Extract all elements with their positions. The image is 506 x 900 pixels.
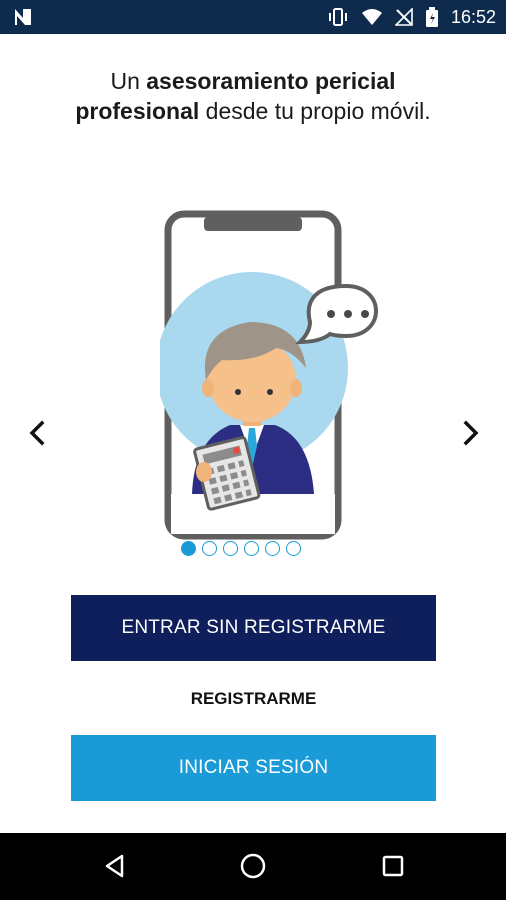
chevron-right-icon [463, 420, 479, 446]
system-nav-bar [0, 833, 506, 900]
pagination-dot[interactable] [223, 541, 238, 556]
onboarding-headline: Un asesoramiento pericial profesional de… [60, 66, 446, 126]
nav-recents-button[interactable] [378, 851, 408, 881]
status-bar: 16:52 [0, 0, 506, 34]
pagination-dot[interactable] [181, 541, 196, 556]
status-icons: 16:52 [327, 0, 496, 34]
register-button[interactable]: REGISTRARME [71, 682, 436, 716]
carousel-prev-button[interactable] [22, 418, 52, 448]
pagination-dot[interactable] [202, 541, 217, 556]
status-time: 16:52 [450, 6, 496, 27]
pagination-dot[interactable] [244, 541, 259, 556]
no-signal-icon [394, 8, 413, 26]
pagination-dot[interactable] [265, 541, 280, 556]
carousel-next-button[interactable] [456, 418, 486, 448]
chevron-left-icon [29, 420, 45, 446]
carousel-pagination [181, 541, 301, 556]
vibrate-icon [328, 8, 347, 26]
nav-home-button[interactable] [238, 851, 268, 881]
nav-back-button[interactable] [100, 851, 130, 881]
headline-post: desde tu propio móvil. [199, 98, 431, 124]
n-logo-icon [15, 9, 31, 25]
headline-pre: Un [110, 68, 147, 94]
phone-expert-icon [160, 210, 378, 540]
enter-without-register-button[interactable]: ENTRAR SIN REGISTRARME [71, 595, 436, 661]
wifi-icon [361, 9, 382, 25]
recents-icon [382, 855, 404, 877]
back-icon [105, 854, 124, 878]
login-button[interactable]: INICIAR SESIÓN [71, 735, 436, 801]
home-icon [240, 853, 266, 879]
battery-icon [425, 7, 438, 27]
pagination-dot[interactable] [286, 541, 301, 556]
